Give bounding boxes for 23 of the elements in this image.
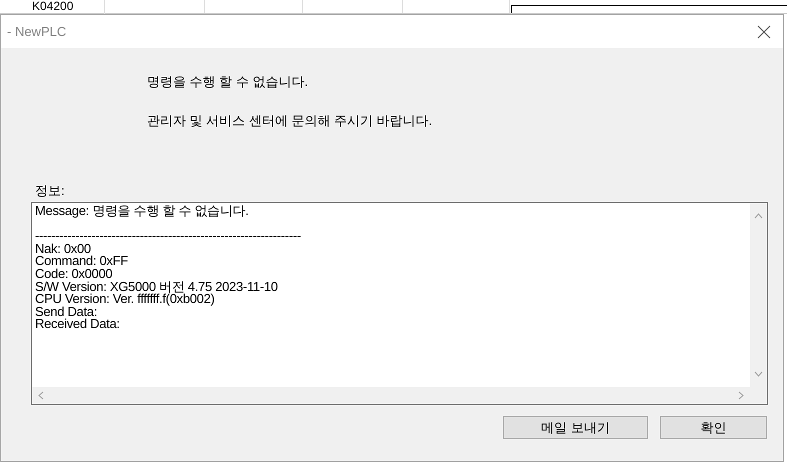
info-label: 정보:	[35, 182, 65, 200]
message-text: 관리자 및 서비스 센터에 문의해 주시기 바랍니다.	[147, 112, 434, 130]
info-line: Nak: 0x00	[35, 242, 91, 256]
vertical-scrollbar[interactable]	[750, 203, 767, 404]
info-line: Received Data:	[35, 318, 120, 331]
info-message: Message: 명령을 수행 할 수 없습니다.	[35, 205, 249, 218]
info-line: S/W Version: XG5000 버전 4.75 2023-11-10	[35, 280, 278, 294]
send-mail-button[interactable]: 메일 보내기	[503, 416, 648, 439]
horizontal-scrollbar[interactable]	[32, 387, 750, 404]
info-line: CPU Version: Ver. fffffff.f(0xb002)	[35, 293, 215, 306]
info-line: Send Data:	[35, 306, 98, 318]
info-line: ------------------------------------------------------------------	[35, 230, 301, 243]
scroll-right-icon[interactable]	[738, 391, 744, 400]
info-line: Code: 0x0000	[35, 268, 112, 281]
window-title: - NewPLC	[7, 22, 66, 41]
scroll-left-icon[interactable]	[38, 391, 44, 400]
close-icon[interactable]	[757, 24, 771, 38]
cell-label: K04200	[32, 0, 74, 13]
info-line: Command: 0xFF	[35, 255, 128, 268]
message-text: 명령을 수행 할 수 없습니다.	[147, 73, 310, 91]
ok-button[interactable]: 확인	[660, 416, 767, 439]
scroll-down-icon[interactable]	[754, 371, 763, 377]
scroll-up-icon[interactable]	[754, 213, 763, 219]
